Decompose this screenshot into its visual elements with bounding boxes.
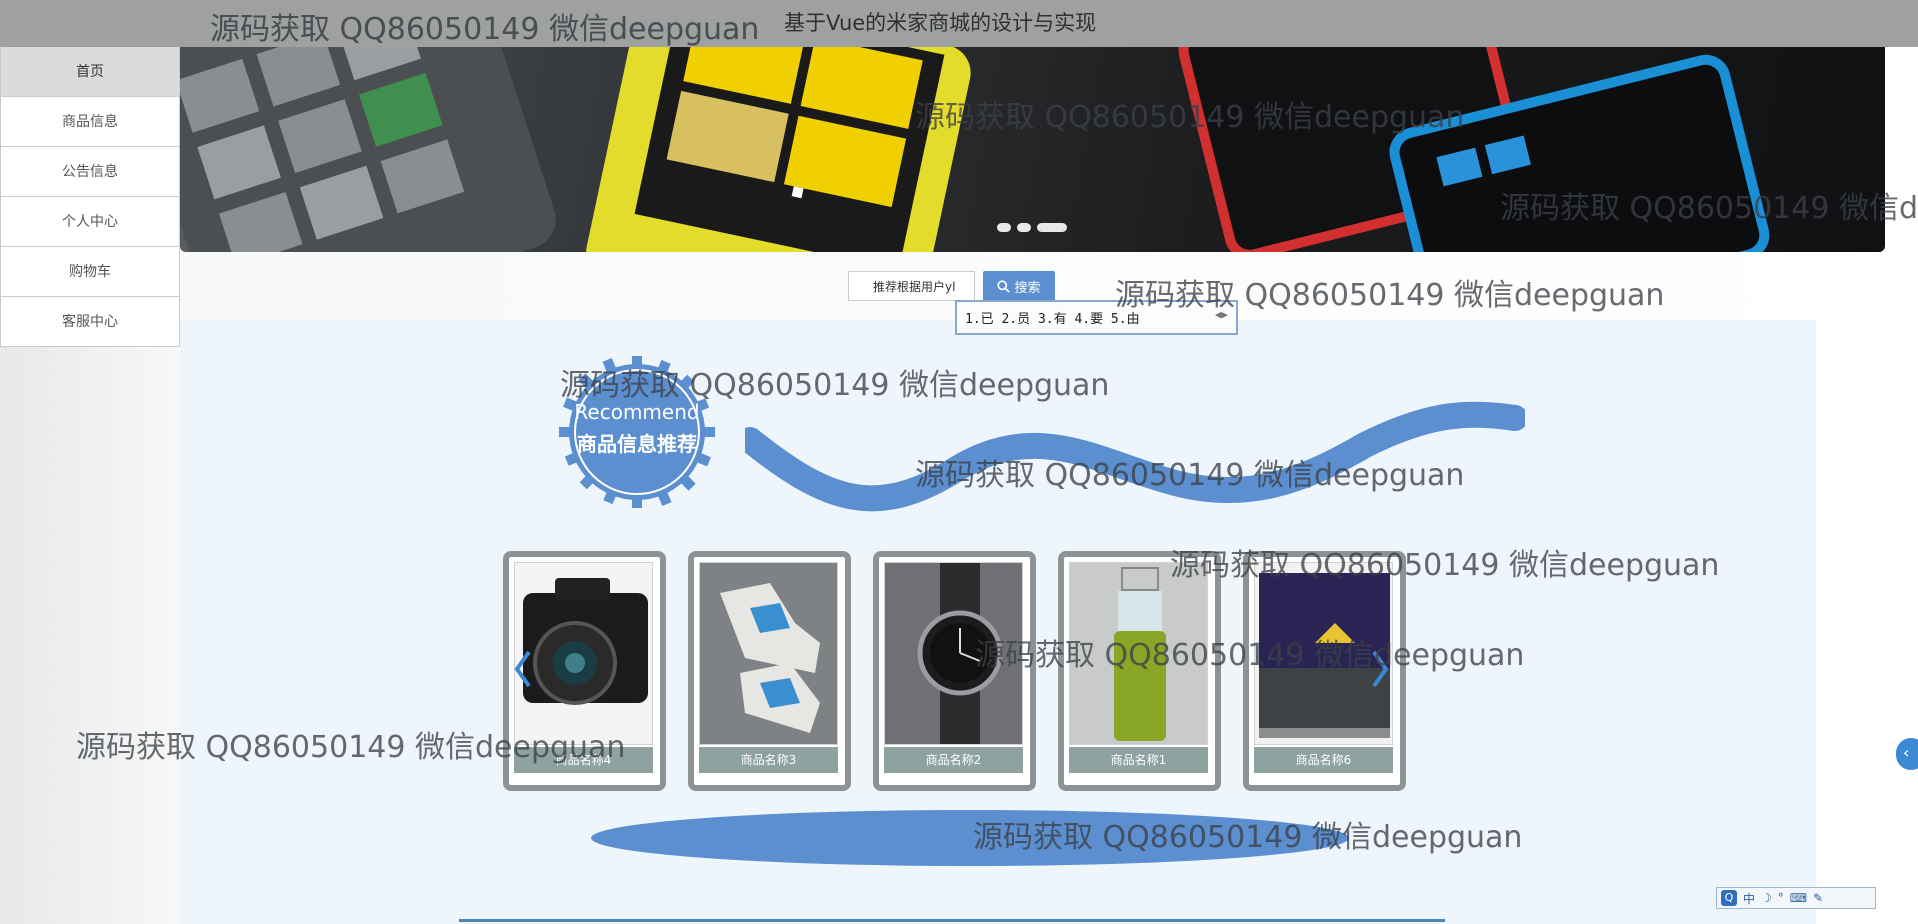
ime-toolbar[interactable]: Q 中 ☽ ° ⌨ ✎	[1716, 887, 1876, 909]
carousel-dot[interactable]	[997, 223, 1011, 232]
recommend-title-cn: 商品信息推荐	[577, 432, 697, 456]
settings-wrench-icon[interactable]: ✎	[1813, 891, 1823, 905]
sidebar-item-profile[interactable]: 个人中心	[0, 197, 180, 247]
product-name: 商品名称6	[1254, 747, 1393, 773]
search-input[interactable]	[848, 271, 975, 301]
content-divider	[459, 919, 1445, 922]
search-button[interactable]: 搜索	[983, 271, 1055, 301]
chevron-left-icon: ‹	[1903, 743, 1910, 762]
decorative-ellipse	[591, 810, 1349, 866]
carousel-dot[interactable]	[1017, 223, 1031, 232]
sidebar-item-cart[interactable]: 购物车	[0, 247, 180, 297]
product-card[interactable]: 商品名称1	[1058, 551, 1221, 791]
moon-icon[interactable]: ☽	[1761, 891, 1772, 905]
banner-carousel[interactable]	[180, 47, 1885, 252]
carousel-dot-active[interactable]	[1037, 223, 1067, 232]
product-image-sneaker	[699, 562, 838, 745]
product-name: 商品名称3	[699, 747, 838, 773]
sidebar-item-home[interactable]: 首页	[0, 47, 180, 97]
recommend-title: Recommend 商品信息推荐	[547, 400, 727, 457]
product-name: 商品名称1	[1069, 747, 1208, 773]
header-watermark: 源码获取 QQ86050149 微信deepguan	[210, 12, 760, 47]
carousel-prev-icon[interactable]	[513, 648, 533, 690]
search-button-label: 搜索	[1014, 280, 1041, 296]
top-header: 源码获取 QQ86050149 微信deepguan 基于Vue的米家商城的设计…	[0, 0, 1918, 47]
sidebar-item-announcements[interactable]: 公告信息	[0, 147, 180, 197]
recommend-title-en: Recommend	[574, 400, 700, 424]
ime-logo-icon: Q	[1721, 890, 1737, 906]
sidebar-item-service[interactable]: 客服中心	[0, 297, 180, 347]
decorative-wave	[745, 401, 1525, 512]
keyboard-icon[interactable]: ⌨	[1790, 891, 1807, 905]
ime-page-arrows-icon[interactable]: ◀▶	[1215, 308, 1228, 321]
sidebar-item-products[interactable]: 商品信息	[0, 97, 180, 147]
sidebar-nav: 首页 商品信息 公告信息 个人中心 购物车 客服中心	[0, 47, 180, 347]
product-image-bottle	[1069, 562, 1208, 745]
product-card[interactable]: 商品名称3	[688, 551, 851, 791]
product-image-watch	[884, 562, 1023, 745]
punctuation-icon[interactable]: °	[1778, 891, 1784, 905]
site-title: 基于Vue的米家商城的设计与实现	[784, 11, 1097, 35]
ime-mode-label[interactable]: 中	[1743, 890, 1755, 907]
side-collapse-tab[interactable]: ‹	[1896, 738, 1918, 770]
ime-candidate-box[interactable]: 1.已 2.员 3.有 4.要 5.由 ◀▶	[955, 300, 1238, 335]
search-icon	[997, 279, 1011, 293]
banner-phones-image	[180, 47, 1770, 252]
carousel-next-icon[interactable]	[1370, 648, 1390, 690]
product-name: 商品名称2	[884, 747, 1023, 773]
product-name: 商品名称4	[514, 747, 653, 773]
carousel-indicators	[997, 223, 1067, 232]
product-image-camera	[514, 562, 653, 745]
ime-candidates: 1.已 2.员 3.有 4.要 5.由	[965, 312, 1140, 327]
product-card[interactable]: 商品名称2	[873, 551, 1036, 791]
